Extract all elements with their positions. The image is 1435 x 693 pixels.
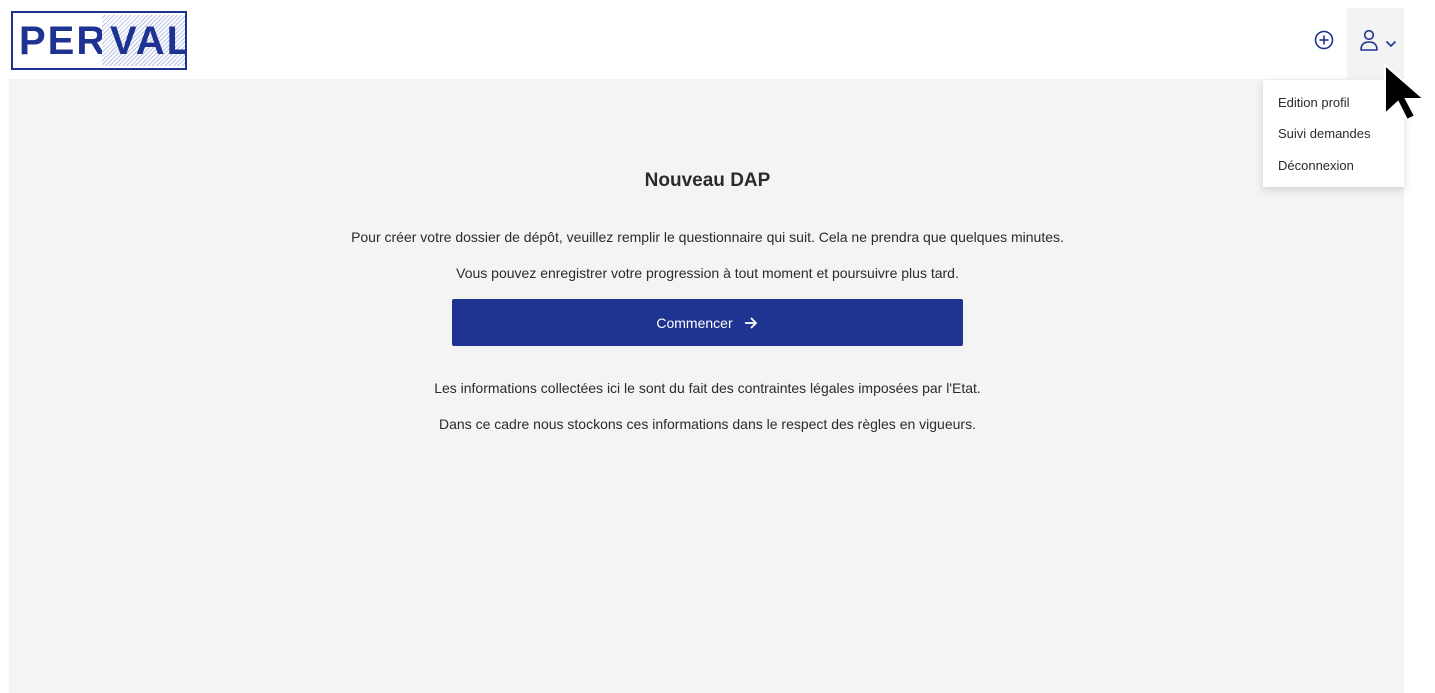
add-button[interactable]: [1313, 29, 1335, 51]
legal-text-2: Dans ce cadre nous stockons ces informat…: [439, 416, 976, 432]
menu-item-edit-profile[interactable]: Edition profil: [1278, 95, 1350, 110]
intro-text-2: Vous pouvez enregistrer votre progressio…: [456, 265, 959, 281]
page-title: Nouveau DAP: [644, 170, 771, 191]
logo-text-highlight: VAL: [110, 19, 187, 63]
intro-text-1: Pour créer votre dossier de dépôt, veuil…: [351, 229, 1064, 245]
chevron-down-icon: [1385, 40, 1397, 48]
plus-circle-icon: [1314, 30, 1334, 50]
menu-item-track-requests[interactable]: Suivi demandes: [1278, 126, 1371, 141]
user-menu-button[interactable]: [1347, 8, 1404, 79]
app-header: PER VAL: [0, 0, 1435, 79]
logo-text: PER: [19, 19, 108, 63]
start-button[interactable]: Commencer: [452, 299, 963, 346]
start-button-label: Commencer: [656, 314, 733, 331]
legal-text-1: Les informations collectées ici le sont …: [434, 380, 981, 396]
menu-item-logout[interactable]: Déconnexion: [1278, 158, 1354, 173]
arrow-right-icon: [744, 316, 757, 329]
user-dropdown-menu: Edition profil Suivi demandes Déconnexio…: [1263, 80, 1404, 187]
perval-logo[interactable]: PER VAL: [11, 11, 187, 70]
